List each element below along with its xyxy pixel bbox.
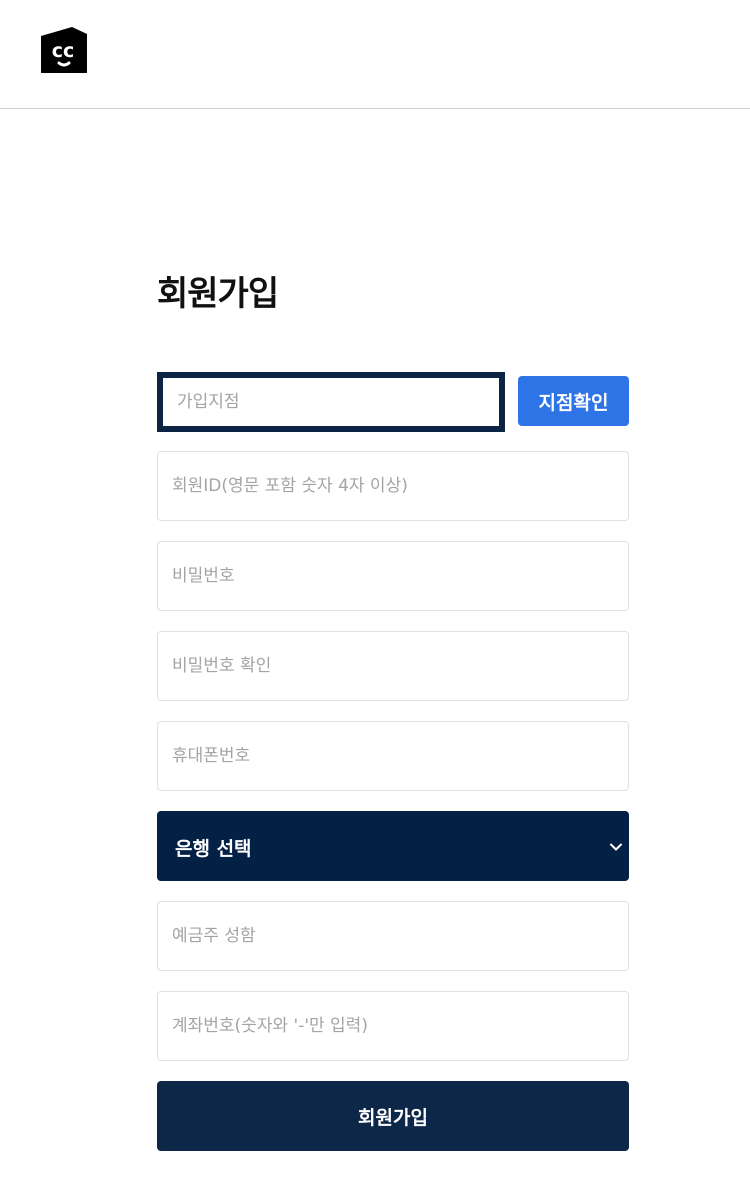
- account-number-input[interactable]: [157, 991, 629, 1061]
- cc-logo-icon[interactable]: cc: [40, 26, 88, 74]
- password-input[interactable]: [157, 541, 629, 611]
- branch-check-button[interactable]: 지점확인: [518, 376, 629, 426]
- account-holder-input[interactable]: [157, 901, 629, 971]
- phone-input[interactable]: [157, 721, 629, 791]
- chevron-down-icon: [609, 839, 623, 853]
- bank-select-label: 은행 선택: [175, 838, 252, 860]
- page-title: 회원가입: [157, 274, 279, 314]
- svg-text:cc: cc: [52, 40, 75, 62]
- member-id-input[interactable]: [157, 451, 629, 521]
- bank-select[interactable]: 은행 선택: [157, 811, 629, 881]
- password-confirm-input[interactable]: [157, 631, 629, 701]
- signup-submit-button[interactable]: 회원가입: [157, 1081, 629, 1151]
- page-header: cc: [0, 0, 750, 109]
- branch-input[interactable]: [157, 372, 505, 432]
